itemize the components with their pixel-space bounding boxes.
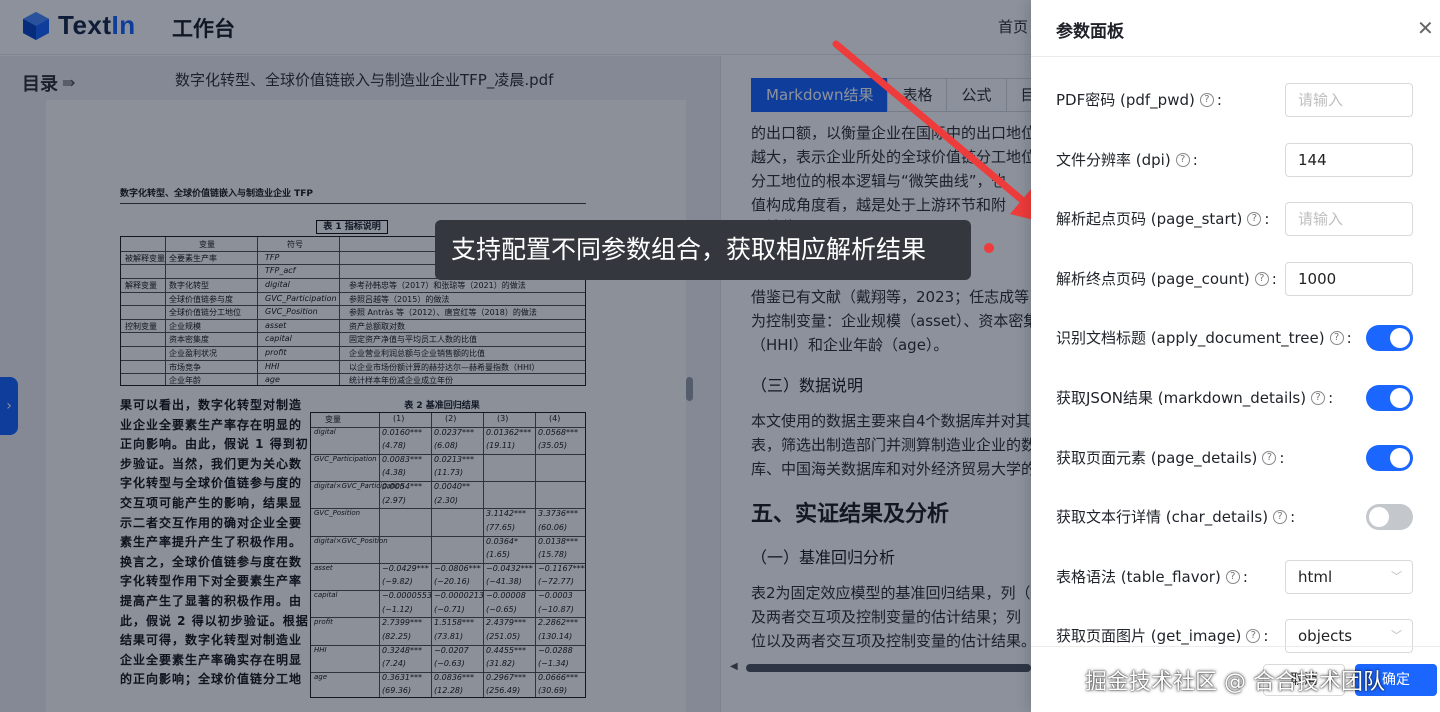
param-label: 获取页面图片 (get_image)?: [1056, 625, 1268, 646]
help-icon[interactable]: ? [1199, 92, 1214, 107]
panel-title: 参数面板 [1056, 22, 1124, 42]
param-colon: : [1346, 328, 1352, 347]
param-label-text: 获取页面元素 (page_details) [1056, 449, 1258, 467]
param-label: 解析起点页码 (page_start)?: [1056, 208, 1269, 229]
help-icon[interactable]: ? [1254, 271, 1269, 286]
param-label: 识别文档标题 (apply_document_tree)?: [1056, 327, 1352, 348]
close-icon[interactable]: ✕ [1417, 16, 1434, 40]
param-label: 文件分辨率 (dpi)?: [1056, 149, 1198, 170]
help-icon[interactable]: ? [1175, 152, 1190, 167]
param-toggle[interactable] [1366, 445, 1413, 471]
help-icon[interactable]: ? [1273, 509, 1288, 524]
select-value: html [1298, 568, 1333, 586]
chevron-down-icon: ﹀ [1391, 629, 1402, 642]
param-label-text: 表格语法 (table_flavor) [1056, 568, 1221, 586]
param-colon: : [1328, 388, 1334, 407]
param-label: 获取页面元素 (page_details)?: [1056, 447, 1284, 468]
watermark: 掘金技术社区 @ 合合技术团队 [1085, 670, 1385, 695]
toggle-knob [1390, 328, 1410, 348]
toggle-knob [1390, 388, 1410, 408]
param-colon: : [1216, 90, 1222, 109]
param-label-text: 获取文本行详情 (char_details) [1056, 508, 1269, 526]
param-input[interactable]: 144 [1285, 143, 1413, 177]
param-colon: : [1242, 567, 1248, 586]
param-input[interactable]: 1000 [1285, 262, 1413, 296]
param-colon: : [1271, 269, 1277, 288]
toggle-knob [1390, 448, 1410, 468]
panel-footer-divider [1031, 646, 1440, 647]
param-toggle[interactable] [1366, 504, 1413, 530]
param-select[interactable]: objects ﹀ [1285, 619, 1413, 653]
param-colon: : [1264, 209, 1270, 228]
param-colon: : [1192, 150, 1198, 169]
help-icon[interactable]: ? [1311, 390, 1326, 405]
param-colon: : [1290, 507, 1296, 526]
param-label-text: 获取JSON结果 (markdown_details) [1056, 389, 1307, 407]
param-select[interactable]: html ﹀ [1285, 560, 1413, 594]
param-label-text: PDF密码 (pdf_pwd) [1056, 91, 1195, 109]
toggle-knob [1369, 507, 1389, 527]
param-toggle[interactable] [1366, 385, 1413, 411]
parameter-panel: 参数面板 ✕ PDF密码 (pdf_pwd)?: 请输入 文件分辨率 (dpi)?:… [1031, 0, 1440, 712]
param-label: 获取JSON结果 (markdown_details)?: [1056, 387, 1333, 408]
param-colon: : [1263, 626, 1269, 645]
help-icon[interactable]: ? [1247, 211, 1262, 226]
guide-tooltip: 支持配置不同参数组合，获取相应解析结果 [435, 220, 971, 280]
param-label-text: 解析终点页码 (page_count) [1056, 270, 1250, 288]
help-icon[interactable]: ? [1329, 330, 1344, 345]
param-label: 表格语法 (table_flavor)?: [1056, 566, 1248, 587]
help-icon[interactable]: ? [1262, 450, 1277, 465]
param-input[interactable]: 请输入 [1285, 202, 1413, 236]
param-label-text: 文件分辨率 (dpi) [1056, 151, 1171, 169]
param-colon: : [1279, 448, 1285, 467]
select-value: objects [1298, 627, 1353, 645]
help-icon[interactable]: ? [1246, 628, 1261, 643]
param-label: 获取文本行详情 (char_details)?: [1056, 506, 1295, 527]
param-label: 解析终点页码 (page_count)?: [1056, 268, 1277, 289]
overlay-mask[interactable] [0, 0, 1031, 712]
help-icon[interactable]: ? [1225, 569, 1240, 584]
param-label-text: 获取页面图片 (get_image) [1056, 627, 1242, 645]
tooltip-anchor-dot [984, 243, 994, 253]
param-toggle[interactable] [1366, 325, 1413, 351]
chevron-down-icon: ﹀ [1391, 570, 1402, 583]
param-input[interactable]: 请输入 [1285, 83, 1413, 117]
param-label-text: 识别文档标题 (apply_document_tree) [1056, 329, 1325, 347]
param-label: PDF密码 (pdf_pwd)?: [1056, 89, 1222, 110]
panel-divider [1031, 56, 1440, 57]
param-label-text: 解析起点页码 (page_start) [1056, 210, 1243, 228]
